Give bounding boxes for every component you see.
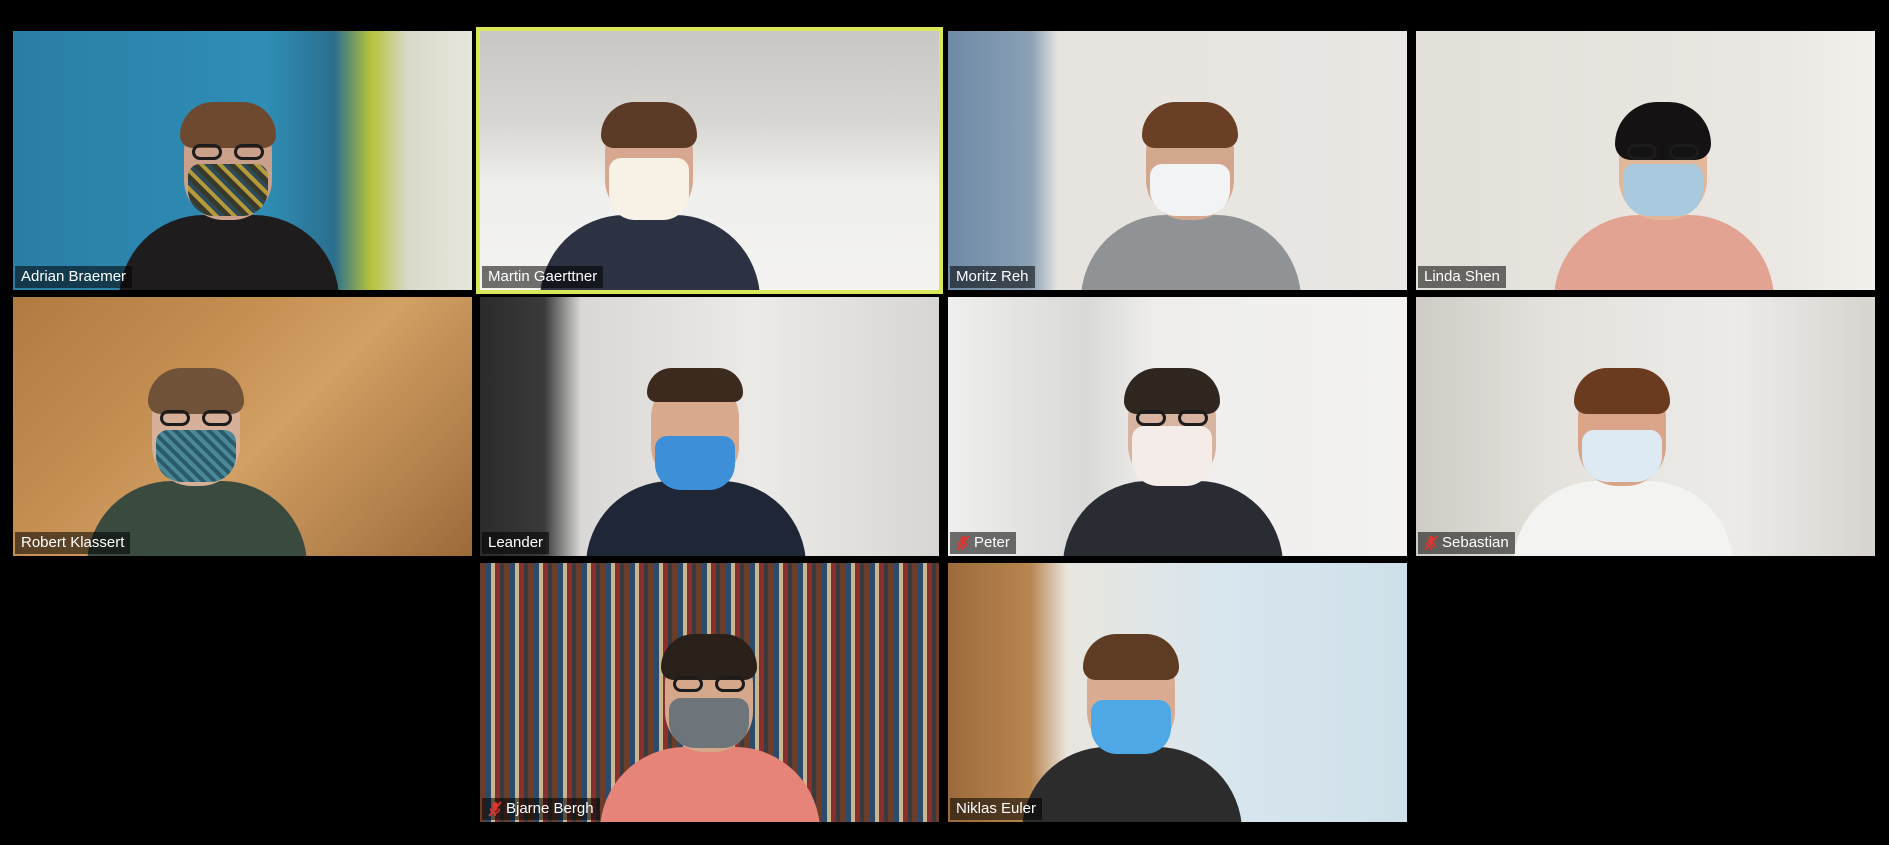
participant-name-tag: Robert Klassert (15, 532, 131, 554)
participant-name-tag: Linda Shen (1418, 266, 1506, 288)
participant-name-tag: Leander (482, 532, 550, 554)
participant-name: Linda Shen (1424, 268, 1500, 285)
participant-name: Robert Klassert (21, 534, 125, 551)
participant-name: Leander (488, 534, 544, 551)
participant-name-tag: Martin Gaerttner (482, 266, 604, 288)
mic-muted-icon (1424, 535, 1438, 551)
participant-name-tag: Adrian Braemer (15, 266, 133, 288)
video-tile-martin-gaerttner[interactable]: Martin Gaerttner (480, 31, 939, 290)
participant-video (1553, 60, 1774, 290)
participant-name-tag: Sebastian (1418, 532, 1515, 554)
participant-name: Moritz Reh (956, 268, 1029, 285)
participant-name-tag: Moritz Reh (950, 266, 1035, 288)
participant-name-tag: Peter (950, 532, 1016, 554)
participant-name: Peter (974, 534, 1010, 551)
participant-name: Martin Gaerttner (488, 268, 598, 285)
video-tile-linda-shen[interactable]: Linda Shen (1416, 31, 1875, 290)
participant-name-tag: Niklas Euler (950, 798, 1043, 820)
video-gallery: Adrian Braemer Martin Gaerttner Moritz R… (0, 0, 1889, 845)
participant-name: Niklas Euler (956, 800, 1037, 817)
participant-name: Bjarne Bergh (506, 800, 594, 817)
participant-video (585, 326, 806, 556)
video-tile-adrian-braemer[interactable]: Adrian Braemer (13, 31, 472, 290)
video-tile-robert-klassert[interactable]: Robert Klassert (13, 297, 472, 556)
mic-muted-icon (956, 535, 970, 551)
mic-muted-icon (488, 801, 502, 817)
video-tile-leander[interactable]: Leander (480, 297, 939, 556)
video-tile-peter[interactable]: Peter (948, 297, 1407, 556)
video-tile-niklas-euler[interactable]: Niklas Euler (948, 563, 1407, 822)
participant-video (1512, 326, 1733, 556)
participant-video (599, 592, 820, 822)
participant-video (118, 60, 339, 290)
video-tile-moritz-reh[interactable]: Moritz Reh (948, 31, 1407, 290)
participant-name: Sebastian (1442, 534, 1509, 551)
participant-name: Adrian Braemer (21, 268, 127, 285)
video-tile-bjarne-bergh[interactable]: Bjarne Bergh (480, 563, 939, 822)
participant-video (1062, 326, 1283, 556)
participant-video (1081, 60, 1302, 290)
participant-video (539, 60, 760, 290)
participant-video (86, 326, 307, 556)
video-tile-sebastian[interactable]: Sebastian (1416, 297, 1875, 556)
participant-name-tag: Bjarne Bergh (482, 798, 600, 820)
participant-video (1021, 592, 1242, 822)
